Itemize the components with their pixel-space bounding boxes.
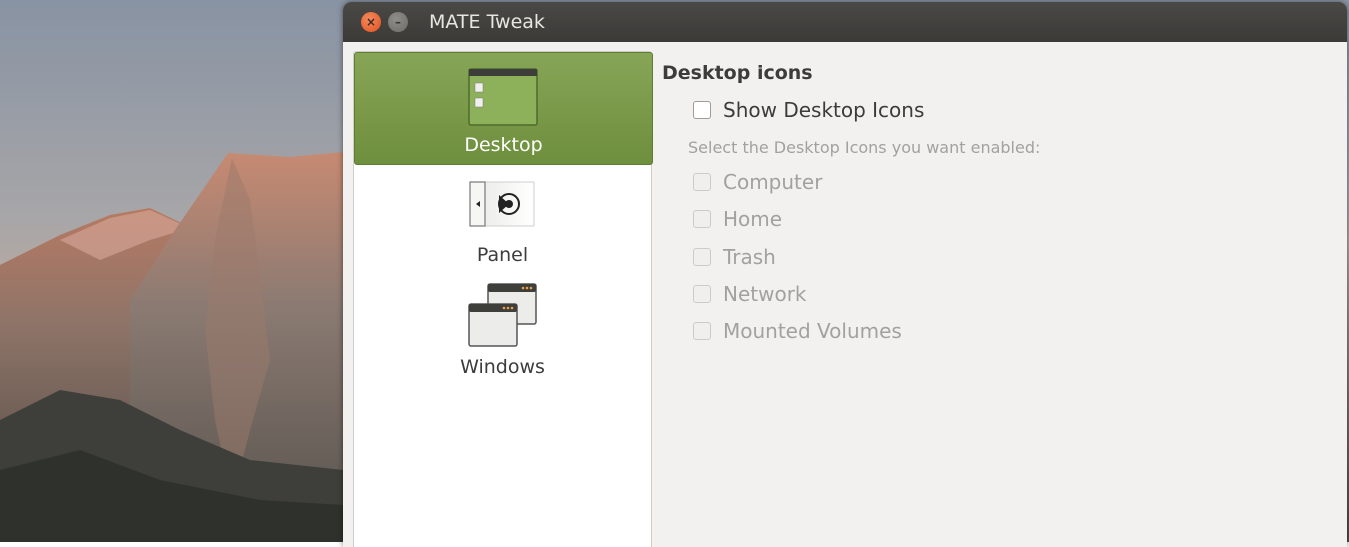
sidebar: Desktop Panel Windows: [353, 51, 653, 547]
show-desktop-icons-checkbox[interactable]: Show Desktop Icons: [693, 98, 924, 122]
sidebar-item-desktop[interactable]: Desktop: [354, 52, 653, 165]
desktop-icons-hint: Select the Desktop Icons you want enable…: [688, 138, 1041, 157]
desktop-icon: [468, 68, 538, 126]
mate-tweak-window: × – MATE Tweak Desktop Panel Windows Des…: [343, 2, 1347, 547]
title-bar[interactable]: × – MATE Tweak: [343, 2, 1347, 42]
sidebar-item-label: Windows: [460, 356, 545, 378]
checkbox-box[interactable]: [693, 248, 711, 266]
close-window-button[interactable]: ×: [361, 12, 381, 32]
minimize-window-button[interactable]: –: [388, 12, 408, 32]
checkbox-box[interactable]: [693, 285, 711, 303]
windows-icon: [468, 283, 537, 347]
checkbox-label[interactable]: Trash: [723, 245, 776, 269]
section-title: Desktop icons: [662, 62, 813, 84]
minimize-icon: –: [395, 15, 401, 29]
mounted-volumes-checkbox[interactable]: Mounted Volumes: [693, 319, 902, 343]
home-icon-checkbox[interactable]: Home: [693, 207, 782, 231]
checkbox-label[interactable]: Home: [723, 207, 782, 231]
checkbox-box[interactable]: [693, 101, 711, 119]
checkbox-box[interactable]: [693, 173, 711, 191]
sidebar-item-label: Desktop: [464, 134, 543, 156]
checkbox-box[interactable]: [693, 210, 711, 228]
window-title: MATE Tweak: [429, 11, 545, 33]
checkbox-label[interactable]: Computer: [723, 170, 822, 194]
computer-icon-checkbox[interactable]: Computer: [693, 170, 822, 194]
network-icon-checkbox[interactable]: Network: [693, 282, 807, 306]
trash-icon-checkbox[interactable]: Trash: [693, 245, 776, 269]
checkbox-label[interactable]: Network: [723, 282, 807, 306]
checkbox-box[interactable]: [693, 322, 711, 340]
sidebar-item-panel[interactable]: Panel: [354, 165, 651, 270]
sidebar-item-windows[interactable]: Windows: [354, 274, 651, 384]
checkbox-label[interactable]: Mounted Volumes: [723, 319, 902, 343]
close-icon: ×: [365, 15, 377, 29]
checkbox-label[interactable]: Show Desktop Icons: [723, 98, 924, 122]
sidebar-item-label: Panel: [476, 244, 529, 266]
panel-icon: [469, 181, 535, 227]
